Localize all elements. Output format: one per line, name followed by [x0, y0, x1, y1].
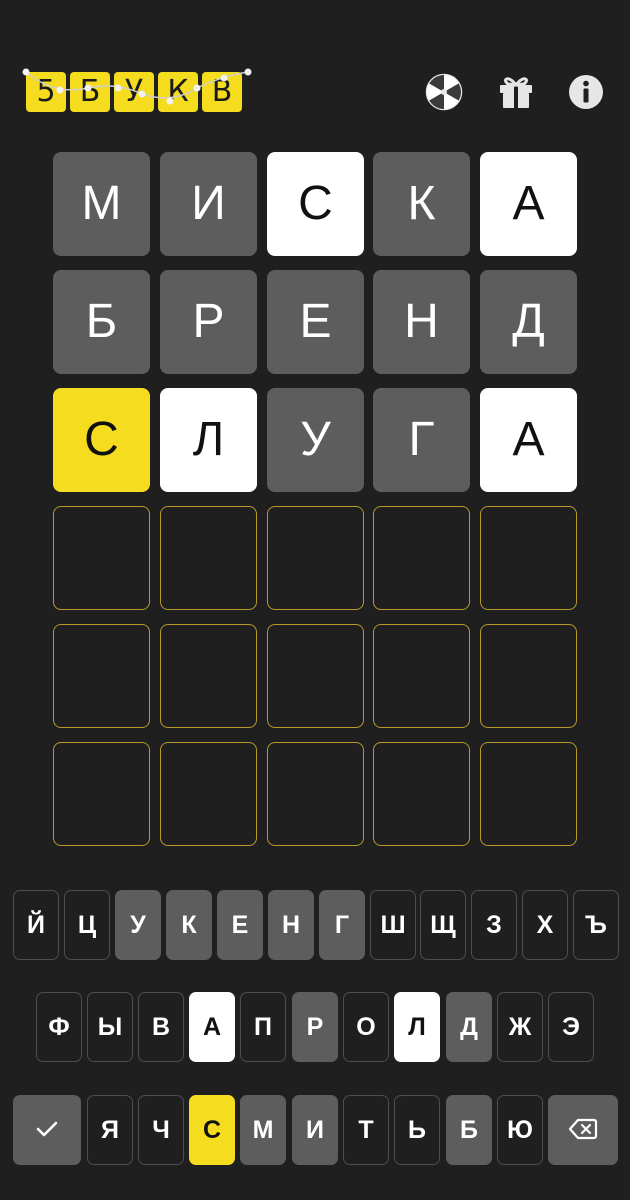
letter-key[interactable]: Ц	[64, 890, 110, 960]
letter-key[interactable]: Л	[394, 992, 440, 1062]
letter-key[interactable]: З	[471, 890, 517, 960]
letter-tile: А	[480, 388, 577, 492]
board-row	[53, 506, 579, 611]
empty-tile	[480, 506, 577, 610]
submit-key[interactable]	[13, 1095, 81, 1165]
letter-key[interactable]: Й	[13, 890, 59, 960]
letter-key[interactable]: Н	[268, 890, 314, 960]
letter-key[interactable]: Х	[522, 890, 568, 960]
empty-tile	[373, 506, 470, 610]
letter-tile: С	[53, 388, 150, 492]
app-logo: 5 Б У К В	[22, 66, 252, 116]
logo-letter: У	[114, 72, 154, 112]
letter-key[interactable]: О	[343, 992, 389, 1062]
letter-key[interactable]: Ю	[497, 1095, 543, 1165]
letter-tile: Н	[373, 270, 470, 374]
empty-tile	[373, 624, 470, 728]
board-row	[53, 624, 579, 729]
empty-tile	[267, 742, 364, 846]
letter-tile: Е	[267, 270, 364, 374]
logo-letter: К	[158, 72, 198, 112]
letter-key[interactable]: К	[166, 890, 212, 960]
logo-letter: В	[202, 72, 242, 112]
letter-tile: И	[160, 152, 257, 256]
letter-tile: А	[480, 152, 577, 256]
letter-tile: М	[53, 152, 150, 256]
letter-key[interactable]: Б	[446, 1095, 492, 1165]
letter-key[interactable]: Р	[292, 992, 338, 1062]
letter-key[interactable]: Ы	[87, 992, 133, 1062]
empty-tile	[480, 624, 577, 728]
letter-key[interactable]: Е	[217, 890, 263, 960]
letter-key[interactable]: М	[240, 1095, 286, 1165]
letter-key[interactable]: Ф	[36, 992, 82, 1062]
letter-tile: Д	[480, 270, 577, 374]
spinner-wheel-icon[interactable]	[424, 72, 464, 112]
empty-tile	[53, 742, 150, 846]
letter-key[interactable]: Ж	[497, 992, 543, 1062]
letter-key[interactable]: Ш	[370, 890, 416, 960]
letter-key[interactable]: С	[189, 1095, 235, 1165]
letter-tile: Г	[373, 388, 470, 492]
letter-key[interactable]: У	[115, 890, 161, 960]
letter-key[interactable]: Щ	[420, 890, 466, 960]
empty-tile	[160, 624, 257, 728]
gift-icon[interactable]	[496, 72, 536, 112]
letter-key[interactable]: Д	[446, 992, 492, 1062]
backspace-icon	[567, 1116, 599, 1144]
empty-tile	[373, 742, 470, 846]
letter-tile: Л	[160, 388, 257, 492]
letter-key[interactable]: Т	[343, 1095, 389, 1165]
board-row: БРЕНД	[53, 270, 579, 375]
empty-tile	[53, 506, 150, 610]
letter-key[interactable]: Ь	[394, 1095, 440, 1165]
board-row	[53, 742, 579, 847]
letter-key[interactable]: Я	[87, 1095, 133, 1165]
empty-tile	[267, 506, 364, 610]
letter-key[interactable]: В	[138, 992, 184, 1062]
letter-key[interactable]: Г	[319, 890, 365, 960]
empty-tile	[480, 742, 577, 846]
backspace-key[interactable]	[548, 1095, 618, 1165]
letter-key[interactable]: Э	[548, 992, 594, 1062]
letter-tile: Б	[53, 270, 150, 374]
letter-tile: К	[373, 152, 470, 256]
board-row: СЛУГА	[53, 388, 579, 493]
letter-key[interactable]: Ъ	[573, 890, 619, 960]
letter-key[interactable]: А	[189, 992, 235, 1062]
logo-letter: 5	[26, 72, 66, 112]
letter-tile: У	[267, 388, 364, 492]
empty-tile	[53, 624, 150, 728]
info-icon[interactable]	[566, 72, 606, 112]
letter-tile: С	[267, 152, 364, 256]
board-row: МИСКА	[53, 152, 579, 257]
letter-tile: Р	[160, 270, 257, 374]
letter-key[interactable]: П	[240, 992, 286, 1062]
app-header: 5 Б У К В	[0, 0, 630, 130]
check-icon	[31, 1116, 63, 1144]
empty-tile	[160, 506, 257, 610]
logo-letter: Б	[70, 72, 110, 112]
letter-key[interactable]: Ч	[138, 1095, 184, 1165]
empty-tile	[267, 624, 364, 728]
empty-tile	[160, 742, 257, 846]
letter-key[interactable]: И	[292, 1095, 338, 1165]
